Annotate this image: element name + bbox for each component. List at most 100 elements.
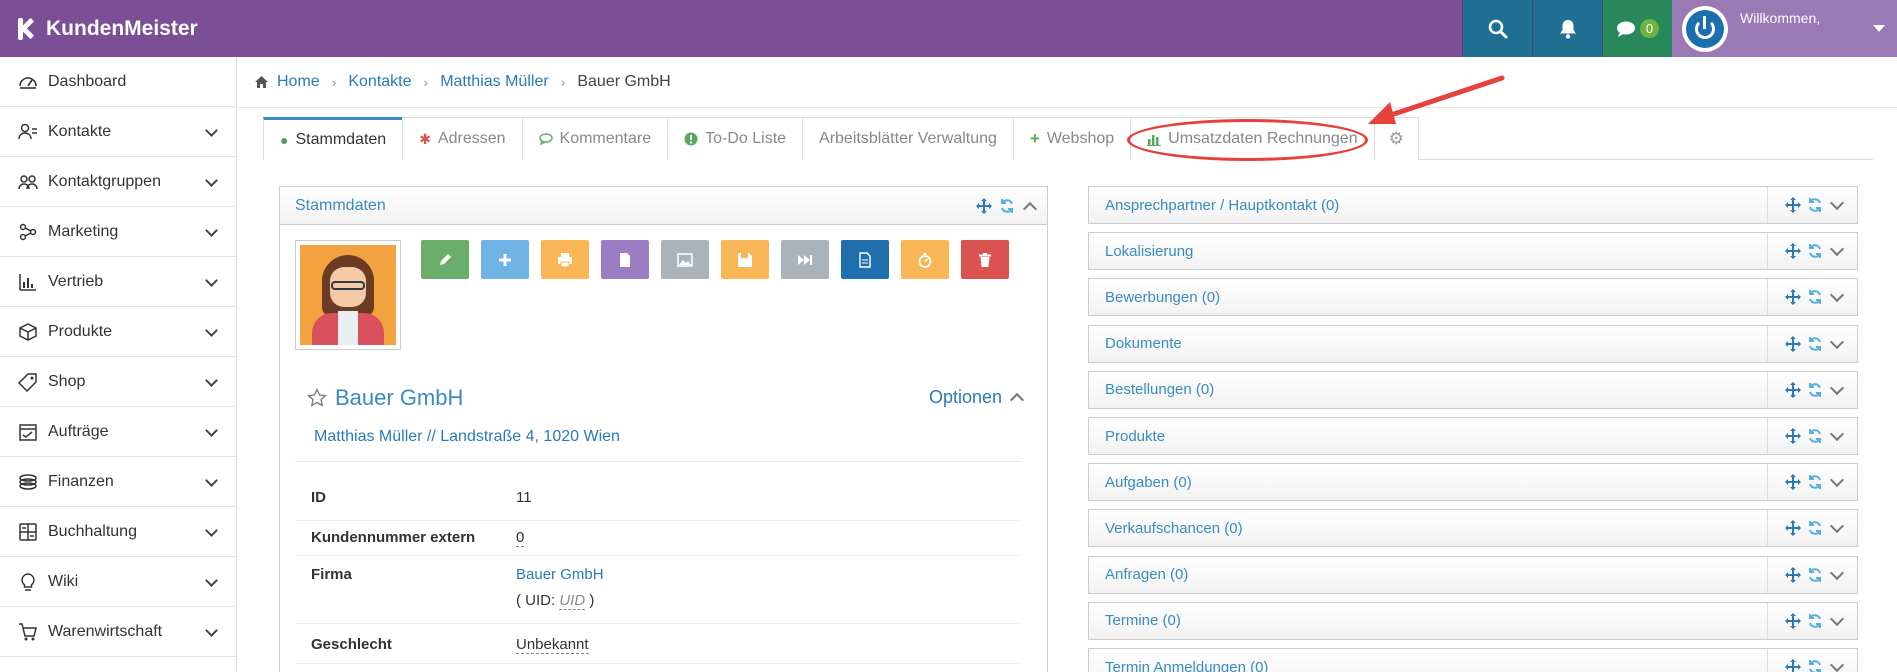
chevron-down-icon[interactable] [1829, 565, 1844, 580]
sidebar-item-finanzen[interactable]: Finanzen [0, 457, 236, 507]
document-button[interactable] [601, 240, 649, 279]
field-value-editable[interactable]: 0 [516, 529, 525, 547]
chevron-down-icon[interactable] [1829, 426, 1844, 442]
chevron-down-icon[interactable] [1829, 334, 1844, 349]
sidebar-item-vertrieb[interactable]: Vertrieb [0, 257, 236, 307]
accordion-panel[interactable]: Bestellungen (0) [1088, 370, 1858, 409]
firma-link[interactable]: Bauer GmbH [516, 566, 604, 583]
move-icon[interactable] [1784, 658, 1802, 672]
refresh-icon[interactable] [1807, 197, 1823, 213]
breadcrumb-separator: › [423, 74, 429, 90]
refresh-icon[interactable] [1807, 520, 1823, 536]
save-button[interactable] [721, 240, 769, 279]
notifications-button[interactable] [1532, 0, 1602, 57]
accordion-panel[interactable]: Aufgaben (0) [1088, 463, 1858, 502]
contact-address-link[interactable]: Matthias Müller // Landstraße 4, 1020 Wi… [314, 428, 620, 446]
move-icon[interactable] [1784, 196, 1802, 214]
print-button[interactable] [541, 240, 589, 279]
move-icon[interactable] [1784, 519, 1802, 537]
tab-stammdaten[interactable]: ● Stammdaten [263, 117, 404, 160]
breadcrumb-separator: › [560, 74, 566, 90]
accordion-panel[interactable]: Verkaufschancen (0) [1088, 509, 1858, 548]
sidebar-item-kontaktgruppen[interactable]: Kontaktgruppen [0, 157, 236, 207]
accordion-panel[interactable]: Bewerbungen (0) [1088, 278, 1858, 317]
chevron-down-icon[interactable] [1829, 288, 1844, 303]
move-icon[interactable] [1784, 427, 1802, 445]
sidebar-item-buchhaltung[interactable]: Buchhaltung [0, 507, 236, 557]
sidebar-item-kontakte[interactable]: Kontakte [0, 107, 236, 157]
uid-editable[interactable]: UID [559, 592, 586, 610]
accordion-panel[interactable]: Ansprechpartner / Hauptkontakt (0) [1088, 186, 1858, 224]
move-icon[interactable] [1784, 288, 1802, 306]
sidebar-item-dashboard[interactable]: Dashboard [0, 57, 236, 107]
chevron-down-icon[interactable] [1829, 195, 1844, 211]
chevron-down-icon[interactable] [1829, 380, 1844, 395]
accordion-panel[interactable]: Termine (0) [1088, 601, 1858, 640]
pencil-icon [440, 253, 451, 265]
breadcrumb-person[interactable]: Matthias Müller [440, 73, 548, 91]
sidebar-item-wiki[interactable]: Wiki [0, 557, 236, 607]
field-value-editable[interactable]: Unbekannt [516, 636, 589, 654]
image-icon [677, 252, 693, 267]
add-button[interactable] [481, 240, 529, 279]
refresh-icon[interactable] [1807, 243, 1823, 259]
accordion-panel[interactable]: Termin Anmeldungen (0) [1088, 648, 1858, 672]
tab-arbeitsblaetter[interactable]: Arbeitsblätter Verwaltung [802, 117, 1014, 160]
refresh-icon[interactable] [1807, 382, 1823, 398]
move-icon[interactable] [1784, 335, 1802, 353]
accordion-panel[interactable]: Dokumente [1088, 324, 1858, 363]
sidebar-item-marketing[interactable]: Marketing [0, 207, 236, 257]
refresh-icon[interactable] [999, 198, 1015, 214]
tab-kommentare[interactable]: Kommentare [521, 117, 669, 160]
refresh-icon[interactable] [1807, 289, 1823, 305]
move-icon[interactable] [1784, 612, 1802, 630]
sidebar-item-shop[interactable]: Shop [0, 357, 236, 407]
messages-button[interactable]: 0 [1602, 0, 1672, 57]
chevron-down-icon[interactable] [1829, 473, 1844, 488]
contact-avatar[interactable] [295, 240, 401, 350]
orders-icon [18, 422, 38, 442]
image-button[interactable] [661, 240, 709, 279]
chevron-down-icon[interactable] [1829, 242, 1844, 257]
tab-todo[interactable]: To-Do Liste [667, 117, 804, 160]
brand[interactable]: KundenMeister [0, 17, 300, 41]
tab-adressen[interactable]: ✱ Adressen [402, 117, 523, 160]
refresh-icon[interactable] [1807, 613, 1823, 629]
accordion-panel[interactable]: Produkte [1088, 417, 1858, 455]
breadcrumb-home[interactable]: Home [277, 73, 320, 91]
chevron-up-icon[interactable] [1022, 201, 1038, 216]
user-menu[interactable]: Willkommen, [1672, 0, 1897, 57]
chevron-down-icon[interactable] [1829, 519, 1844, 534]
move-icon[interactable] [1784, 566, 1802, 584]
search-button[interactable] [1462, 0, 1532, 57]
refresh-icon[interactable] [1807, 336, 1823, 352]
asterisk-icon: ✱ [419, 130, 431, 147]
sidebar-item-warenwirtschaft[interactable]: Warenwirtschaft [0, 607, 236, 657]
message-count-badge: 0 [1639, 19, 1660, 38]
breadcrumb-contacts[interactable]: Kontakte [348, 73, 411, 91]
move-icon[interactable] [1784, 242, 1802, 260]
options-toggle[interactable]: Optionen [929, 387, 1025, 408]
tab-label: To-Do Liste [705, 130, 787, 147]
move-icon[interactable] [975, 197, 993, 215]
move-icon[interactable] [1784, 381, 1802, 399]
refresh-icon[interactable] [1807, 567, 1823, 583]
accordion-panel[interactable]: Anfragen (0) [1088, 555, 1858, 594]
move-icon[interactable] [1784, 473, 1802, 491]
refresh-icon[interactable] [1807, 659, 1823, 672]
file-text-button[interactable] [841, 240, 889, 279]
refresh-icon[interactable] [1807, 428, 1823, 444]
sidebar-item-auftraege[interactable]: Aufträge [0, 407, 236, 457]
sidebar-item-produkte[interactable]: Produkte [0, 307, 236, 357]
forward-button[interactable] [781, 240, 829, 279]
timer-button[interactable] [901, 240, 949, 279]
marketing-icon [18, 222, 38, 242]
refresh-icon[interactable] [1807, 474, 1823, 490]
accordion-panel[interactable]: Lokalisierung [1088, 232, 1858, 271]
delete-button[interactable] [961, 240, 1009, 279]
chevron-down-icon[interactable] [1829, 611, 1844, 626]
tab-webshop[interactable]: + Webshop [1012, 117, 1132, 160]
chevron-down-icon[interactable] [1829, 657, 1844, 672]
star-outline-icon[interactable] [307, 388, 327, 408]
edit-button[interactable] [421, 240, 469, 279]
